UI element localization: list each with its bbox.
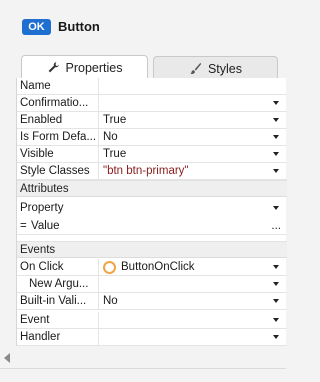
widget-type-badge: OK — [22, 19, 51, 35]
attributes-section-header: Attributes — [17, 180, 287, 197]
chevron-down-icon[interactable] — [273, 282, 279, 286]
attribute-property-input[interactable]: Property — [20, 200, 98, 217]
widget-header: OK Button — [0, 0, 286, 52]
event-label: Built-in Vali... — [20, 295, 87, 307]
property-label: Is Form Defa... — [20, 131, 97, 143]
chevron-down-icon[interactable] — [273, 135, 279, 139]
events-section-header: Events — [17, 241, 287, 258]
chevron-down-icon[interactable] — [273, 335, 279, 339]
property-row-name[interactable]: Name — [17, 78, 287, 95]
screen-action-icon — [103, 261, 116, 274]
property-label: Confirmatio... — [20, 97, 89, 109]
tab-styles[interactable]: Styles — [153, 56, 278, 80]
chevron-down-icon[interactable] — [273, 152, 279, 156]
chevron-down-icon[interactable] — [273, 265, 279, 269]
column-divider — [98, 163, 99, 180]
column-divider — [98, 146, 99, 163]
more-options-button[interactable]: ... — [271, 218, 281, 235]
property-row-visible[interactable]: Visible True — [17, 146, 287, 163]
scroll-left-arrow-icon[interactable] — [4, 353, 10, 363]
column-divider — [98, 129, 99, 146]
chevron-down-icon[interactable] — [273, 299, 279, 303]
attribute-value-input[interactable]: Value — [31, 218, 91, 235]
section-title: Attributes — [20, 183, 69, 195]
style-classes-input[interactable]: "btn btn-primary" — [103, 163, 189, 180]
property-label: Style Classes — [20, 165, 90, 177]
column-divider — [98, 78, 99, 95]
properties-panel: Name Confirmatio... Enabled True Is Form… — [16, 78, 287, 346]
event-row-new-arguments[interactable]: New Argu... — [17, 276, 287, 293]
brush-icon — [190, 62, 202, 75]
property-row-enabled[interactable]: Enabled True — [17, 112, 287, 129]
chevron-down-icon[interactable] — [273, 318, 279, 322]
wrench-icon — [48, 62, 59, 73]
chevron-down-icon[interactable] — [273, 169, 279, 173]
column-divider — [98, 312, 99, 329]
event-label: Event — [20, 314, 50, 326]
property-row-is-form-default[interactable]: Is Form Defa... No — [17, 129, 287, 146]
on-click-handler-select[interactable]: ButtonOnClick — [121, 259, 195, 276]
chevron-down-icon[interactable] — [273, 118, 279, 122]
widget-title: Button — [58, 19, 100, 34]
column-divider — [98, 259, 99, 276]
section-title: Events — [20, 244, 56, 256]
event-row-event[interactable]: Event — [17, 312, 287, 329]
properties-tabs: Properties Styles — [18, 52, 286, 80]
attribute-value-row[interactable]: = Value ... — [17, 218, 287, 235]
bottom-bar — [0, 368, 286, 382]
column-divider — [98, 276, 99, 293]
builtin-validation-select[interactable]: No — [103, 293, 118, 310]
column-divider — [98, 95, 99, 112]
column-divider — [98, 293, 99, 310]
chevron-down-icon[interactable] — [273, 206, 279, 210]
property-row-style-classes[interactable]: Style Classes "btn btn-primary" — [17, 163, 287, 180]
property-label: Visible — [20, 148, 54, 160]
event-row-on-click[interactable]: On Click ButtonOnClick — [17, 259, 287, 276]
tab-properties[interactable]: Properties — [21, 55, 148, 79]
column-divider — [98, 329, 99, 346]
event-label: Handler — [20, 331, 61, 343]
event-label: On Click — [20, 261, 64, 273]
property-row-confirmation[interactable]: Confirmatio... — [17, 95, 287, 112]
event-row-handler[interactable]: Handler — [17, 329, 287, 346]
event-label: New Argu... — [29, 278, 89, 290]
tab-styles-label: Styles — [207, 61, 243, 76]
tab-properties-label: Properties — [65, 60, 123, 75]
chevron-down-icon[interactable] — [273, 101, 279, 105]
is-form-default-select[interactable]: No — [103, 129, 118, 146]
left-rail — [0, 52, 16, 372]
property-label: Name — [20, 80, 51, 92]
property-label: Enabled — [20, 114, 63, 126]
visible-select[interactable]: True — [103, 146, 126, 163]
column-divider — [98, 112, 99, 129]
event-row-builtin-validation[interactable]: Built-in Vali... No — [17, 293, 287, 310]
attribute-property-row[interactable]: Property — [17, 200, 287, 217]
enabled-select[interactable]: True — [103, 112, 126, 129]
